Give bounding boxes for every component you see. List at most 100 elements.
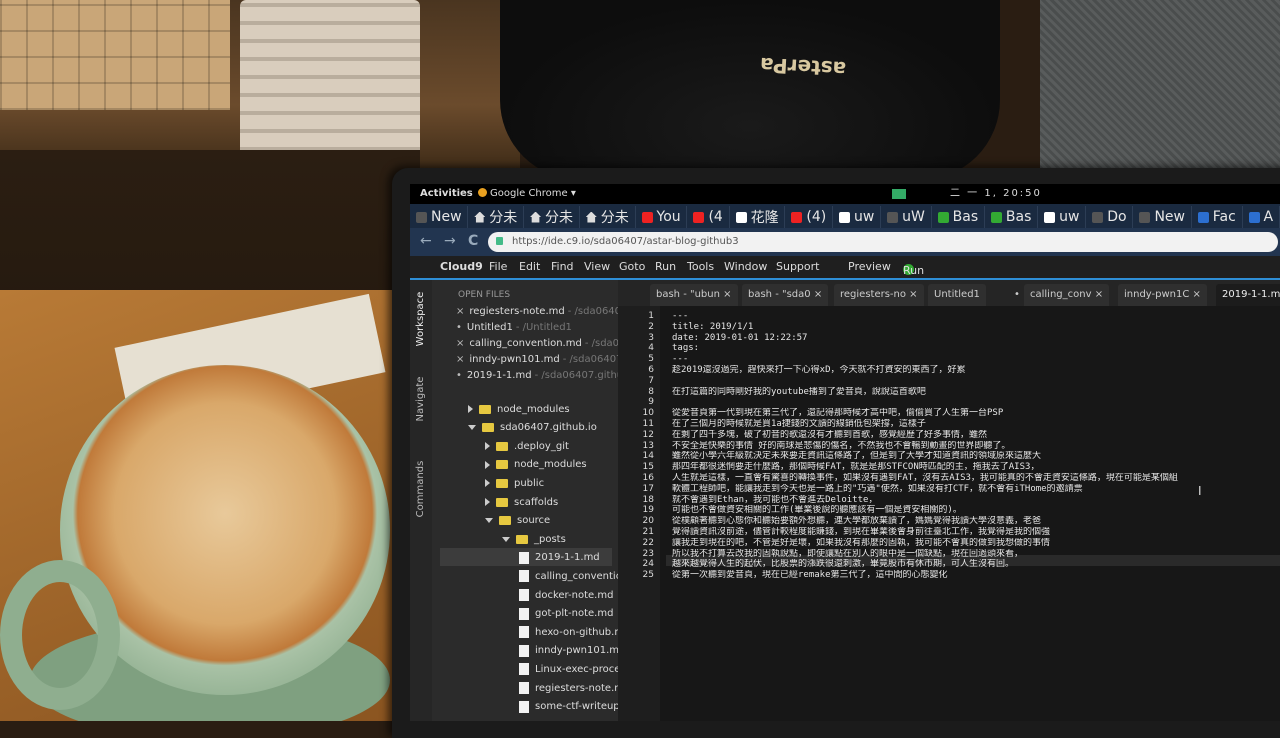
menu-edit[interactable]: Edit — [519, 260, 540, 273]
forward-button[interactable]: → — [444, 233, 456, 249]
editor-tab[interactable]: 2019-1-1.m — [1216, 284, 1280, 306]
tree-file[interactable]: got-plt-note.md — [519, 606, 613, 622]
code-line[interactable]: 在打這篇的同時剛好我的youtube播到了愛音頁，說說這首歌吧 — [672, 387, 1280, 398]
code-line[interactable]: --- — [672, 354, 1280, 365]
menu-run[interactable]: Run — [655, 260, 676, 273]
editor-tab[interactable]: calling_conv × — [1024, 284, 1110, 306]
unsaved-dot-icon[interactable]: • — [456, 322, 462, 333]
editor-tab[interactable]: regiesters-no × — [834, 284, 924, 306]
tab-workspace[interactable]: Workspace — [412, 282, 430, 356]
browser-tab[interactable]: 分未 — [580, 206, 636, 228]
open-file-item[interactable]: • 2019-1-1.md- /sda06407.github. — [456, 370, 618, 384]
code-line[interactable]: 軟體工程師吧，能讓我走到今天也是一路上的"巧遇"使然，如果沒有打CTF，就不會有… — [672, 484, 1280, 495]
tree-folder[interactable]: public — [485, 475, 544, 491]
tree-folder[interactable]: node_modules — [485, 457, 587, 473]
chevron-down-icon[interactable] — [502, 536, 510, 542]
browser-tab[interactable]: Bas — [985, 206, 1039, 228]
menu-support[interactable]: Support — [776, 260, 819, 273]
open-file-item[interactable]: • Untitled1- /Untitled1 — [456, 322, 572, 336]
chevron-right-icon[interactable] — [485, 498, 490, 506]
code-line[interactable]: 不安全是快樂的事情 好的南球是悲傷的傷名，不然我也不會暢到動畫的世界即聽了。 — [672, 441, 1280, 452]
browser-tab[interactable]: 分未 — [524, 206, 580, 228]
chevron-down-icon[interactable] — [468, 425, 476, 431]
editor-tab[interactable]: inndy-pwn1C × — [1118, 284, 1207, 306]
tree-file[interactable]: calling_conventic — [519, 568, 618, 584]
browser-tab[interactable]: Fac — [1192, 206, 1243, 228]
chevron-down-icon[interactable] — [485, 518, 493, 524]
tree-folder[interactable]: .deploy_git — [485, 438, 569, 454]
code-line[interactable]: 趁2019還沒過完，趕快來打一下心得xD，今天就不打資安的東西了，好累 — [672, 365, 1280, 376]
close-icon[interactable]: × — [456, 306, 464, 317]
code-line[interactable]: title: 2019/1/1 — [672, 322, 1280, 333]
code-line[interactable] — [672, 376, 1280, 387]
code-line[interactable]: 在了三個月的時候就是買1a捷錢的文讀的線銷低包架撐，這樣子 — [672, 419, 1280, 430]
tree-folder[interactable]: scaffolds — [485, 494, 558, 510]
browser-tab[interactable]: uw — [833, 206, 882, 228]
browser-tab[interactable]: Bas — [932, 206, 985, 228]
code-line[interactable]: 讓我走到現在的吧，不管是好是壞，如果我沒有那麼的固執，我可能不會真的做到我想做的… — [672, 538, 1280, 549]
chevron-right-icon[interactable] — [468, 405, 473, 413]
open-file-item[interactable]: × inndy-pwn101.md- /sda06407.gi — [456, 354, 618, 368]
tree-file[interactable]: regiesters-note.m — [519, 680, 618, 696]
chevron-right-icon[interactable] — [485, 479, 490, 488]
code-line[interactable]: 覺得讀資訊沒前途，儘管計較程度能賺錢，到現在畢業後會身前往臺北工作，我覺得是我的… — [672, 527, 1280, 538]
code-line[interactable]: 從愛音頁第一代到現在第三代了，還記得那時候才高中吧，偷偷買了人生第一台PSP — [672, 408, 1280, 419]
browser-tab[interactable]: uw — [1038, 206, 1087, 228]
app-menu[interactable]: Google Chrome ▾ — [478, 184, 576, 204]
menu-find[interactable]: Find — [551, 260, 574, 273]
menu-tools[interactable]: Tools — [687, 260, 714, 273]
tree-folder[interactable]: sda06407.github.io — [468, 420, 597, 436]
tray-icon[interactable] — [892, 189, 906, 199]
browser-tab[interactable]: (4) — [785, 206, 834, 228]
editor-tab[interactable]: bash - "sda0 × — [742, 284, 829, 306]
editor-tab[interactable]: Untitled1 — [928, 284, 986, 306]
preview-button[interactable]: Preview — [848, 260, 891, 273]
menu-window[interactable]: Window — [724, 260, 767, 273]
tree-file[interactable]: hexo-on-github.m — [519, 624, 618, 640]
code-line[interactable]: --- — [672, 311, 1280, 322]
menu-file[interactable]: File — [489, 260, 507, 273]
tree-file[interactable]: inndy-pwn101.md — [519, 643, 618, 659]
browser-tab[interactable]: 花隆 — [730, 206, 786, 228]
tree-folder[interactable]: source — [485, 513, 550, 529]
code-line[interactable]: 從樸顧著聽到心態你和聽始要額外想聽，連大學都放棄讀了，媽媽覺得我讀大學沒意義，老… — [672, 516, 1280, 527]
tree-file[interactable]: Linux-exec-proce — [519, 661, 618, 677]
url-input[interactable]: https://ide.c9.io/sda06407/astar-blog-gi… — [488, 232, 1278, 252]
code-line[interactable]: 從第一次聽到愛音頁，現在已經remake第三代了，這中間的心態變化 — [672, 570, 1280, 581]
unsaved-dot-icon[interactable]: • — [456, 370, 462, 381]
tree-folder[interactable]: _posts — [502, 531, 566, 547]
code-line[interactable]: 雖然從小學六年級就決定未來要走資訊這條路了，但是到了大學才知道資訊的領域原來這麼… — [672, 451, 1280, 462]
browser-tab[interactable]: A — [1243, 206, 1280, 228]
reload-button[interactable]: C — [468, 233, 478, 249]
code-line[interactable]: 人生就是這樣，一直會有驚喜的轉換事件，如果沒有遇到FAT，沒有去AIS3，我可能… — [672, 473, 1280, 484]
tree-file[interactable]: some-ctf-writeup. — [519, 699, 618, 715]
open-file-item[interactable]: × calling_convention.md- /sda064 — [456, 338, 618, 352]
browser-tab[interactable]: uW — [881, 206, 932, 228]
tab-navigate[interactable]: Navigate — [412, 362, 430, 436]
browser-tab[interactable]: (4 — [687, 206, 730, 228]
chevron-right-icon[interactable] — [485, 442, 490, 451]
code-area[interactable]: --- title: 2019/1/1 date: 2019-01-01 12:22… — [666, 306, 1280, 721]
code-line[interactable]: 所以我不打算去改我的固執說點，即使讓點在別人的眼中是一個缺點，現在回過頭來看， — [672, 549, 1280, 560]
chevron-right-icon[interactable] — [485, 460, 490, 469]
browser-tab[interactable]: You — [636, 206, 688, 228]
code-line[interactable]: 越來越覺得人生的起伏，比股票的漲跌很還刺激，畢竟股市有休市期，可人生沒有回。 — [672, 559, 1280, 570]
close-icon[interactable]: × — [456, 354, 464, 365]
cloud9-logo[interactable]: Cloud9 — [440, 260, 483, 273]
tree-file[interactable]: 2019-1-1.md — [519, 550, 600, 566]
code-line[interactable]: date: 2019-01-01 12:22:57 — [672, 333, 1280, 344]
back-button[interactable]: ← — [420, 233, 432, 249]
browser-tab[interactable]: Do — [1086, 206, 1134, 228]
browser-tab[interactable]: 分未 — [468, 206, 525, 228]
editor-tab[interactable]: bash - "ubun × — [650, 284, 738, 306]
code-line[interactable]: 就不會遇到Ethan，我可能也不會進去Deloitte， — [672, 495, 1280, 506]
code-line[interactable] — [672, 397, 1280, 408]
browser-tab[interactable]: New — [1133, 206, 1192, 228]
code-editor[interactable]: 1 2 3 4 5 6 7 8 9 10 11 12 13 14 15 16 17 18 19 20 21 22 23 24 2… — [618, 306, 1280, 721]
code-line[interactable]: 在剩了四千多塊，破了初音的歌還沒有才聽到首歌，感覺經歷了好多事情，雖然 — [672, 430, 1280, 441]
tree-folder[interactable]: node_modules — [468, 401, 570, 417]
open-file-item[interactable]: × regiesters-note.md- /sda06407.g — [456, 306, 618, 320]
browser-tab[interactable]: New — [410, 206, 469, 228]
clock[interactable]: 二 一 1, 20:50 — [950, 184, 1042, 204]
code-line[interactable]: 可能也不會做資安相關的工作(畢業後說的聽應該有一個是資安相關的)。 — [672, 505, 1280, 516]
